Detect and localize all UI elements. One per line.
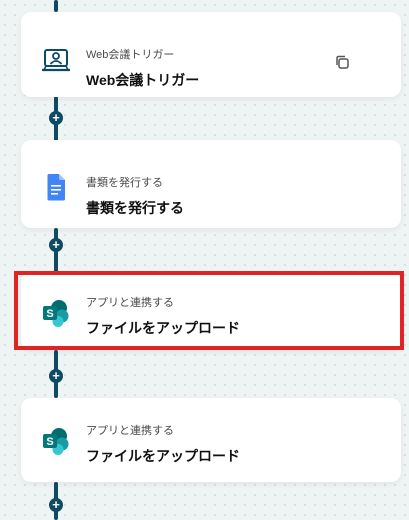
step-title: ファイルをアップロード <box>86 448 240 464</box>
svg-text:S: S <box>46 436 53 448</box>
step-title: Web会議トリガー <box>86 72 200 88</box>
flow-step-card[interactable]: 書類を発行する 書類を発行する <box>21 140 401 228</box>
google-docs-icon <box>47 174 65 201</box>
add-step-button[interactable]: + <box>49 111 63 125</box>
sharepoint-icon: S <box>43 300 69 327</box>
copy-icon[interactable] <box>334 54 350 70</box>
step-subtitle: アプリと連携する <box>86 297 174 309</box>
step-subtitle: アプリと連携する <box>86 425 174 437</box>
flow-step-card[interactable]: S アプリと連携する ファイルをアップロード <box>21 398 401 482</box>
svg-text:S: S <box>46 308 53 320</box>
step-title: 書類を発行する <box>86 200 184 216</box>
add-step-button[interactable]: + <box>49 369 63 383</box>
flow-step-card[interactable]: Web会議トリガー Web会議トリガー <box>21 12 401 97</box>
step-title: ファイルをアップロード <box>86 320 240 336</box>
step-subtitle: Web会議トリガー <box>86 49 175 61</box>
add-step-button[interactable]: + <box>49 498 63 512</box>
add-step-button[interactable]: + <box>49 238 63 252</box>
step-subtitle: 書類を発行する <box>86 177 163 189</box>
sharepoint-icon: S <box>43 428 69 455</box>
connector-line <box>54 0 58 12</box>
web-meeting-icon <box>42 49 70 72</box>
flow-step-card[interactable]: S アプリと連携する ファイルをアップロード <box>21 272 401 350</box>
